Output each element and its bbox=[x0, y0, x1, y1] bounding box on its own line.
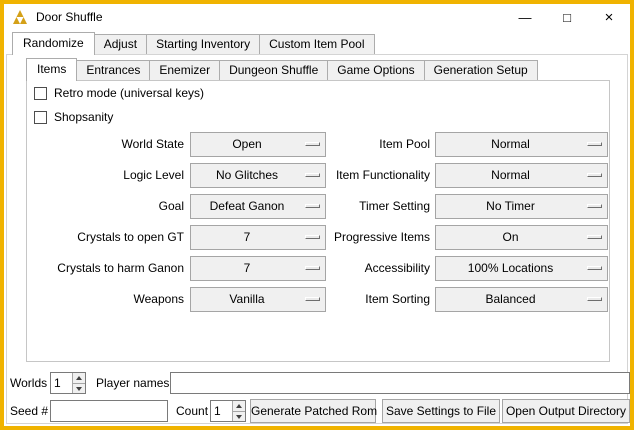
window-title: Door Shuffle bbox=[36, 10, 103, 24]
minimize-button[interactable]: — bbox=[504, 4, 546, 30]
save-settings-button[interactable]: Save Settings to File bbox=[382, 399, 500, 423]
close-button[interactable]: × bbox=[588, 4, 630, 30]
timer-setting-label: Timer Setting bbox=[300, 194, 430, 219]
door-shuffle-window: Door Shuffle — □ × Randomize Adjust Star… bbox=[0, 0, 634, 430]
worlds-spin-up-button[interactable] bbox=[72, 373, 85, 383]
progressive-items-label: Progressive Items bbox=[300, 225, 430, 250]
arrow-down-icon bbox=[76, 387, 82, 391]
tab-adjust[interactable]: Adjust bbox=[94, 34, 147, 54]
worlds-spinbox[interactable] bbox=[50, 372, 86, 394]
dropdown-indicator-icon bbox=[587, 142, 602, 146]
titlebar: Door Shuffle — □ × bbox=[4, 4, 630, 30]
settings-tab-bar: Items Entrances Enemizer Dungeon Shuffle… bbox=[26, 57, 538, 80]
accessibility-label: Accessibility bbox=[300, 256, 430, 281]
item-sorting-value: Balanced bbox=[440, 288, 581, 311]
generate-patched-rom-button[interactable]: Generate Patched Rom bbox=[250, 399, 376, 423]
arrow-down-icon bbox=[236, 415, 242, 419]
crystals-gt-label: Crystals to open GT bbox=[24, 225, 184, 250]
item-pool-label: Item Pool bbox=[300, 132, 430, 157]
dropdown-indicator-icon bbox=[587, 204, 602, 208]
accessibility-dropdown[interactable]: 100% Locations bbox=[435, 256, 608, 281]
maximize-button[interactable]: □ bbox=[546, 4, 588, 30]
world-state-value: Open bbox=[195, 133, 299, 156]
weapons-value: Vanilla bbox=[195, 288, 299, 311]
dropdown-indicator-icon bbox=[587, 297, 602, 301]
timer-setting-value: No Timer bbox=[440, 195, 581, 218]
count-input[interactable] bbox=[211, 401, 232, 421]
arrow-up-icon bbox=[236, 404, 242, 408]
worlds-label: Worlds bbox=[10, 372, 47, 394]
tab-dungeon-shuffle[interactable]: Dungeon Shuffle bbox=[219, 60, 328, 80]
crystals-ganon-value: 7 bbox=[195, 257, 299, 280]
count-spin-up-button[interactable] bbox=[232, 401, 245, 411]
count-spin-down-button[interactable] bbox=[232, 411, 245, 421]
goal-label: Goal bbox=[24, 194, 184, 219]
progressive-items-value: On bbox=[440, 226, 581, 249]
retro-mode-checkbox[interactable] bbox=[34, 87, 47, 100]
minimize-icon: — bbox=[519, 11, 532, 24]
tab-starting-inventory[interactable]: Starting Inventory bbox=[146, 34, 260, 54]
timer-setting-dropdown[interactable]: No Timer bbox=[435, 194, 608, 219]
progressive-items-dropdown[interactable]: On bbox=[435, 225, 608, 250]
open-output-directory-button[interactable]: Open Output Directory bbox=[502, 399, 630, 423]
crystals-gt-value: 7 bbox=[195, 226, 299, 249]
tab-custom-item-pool[interactable]: Custom Item Pool bbox=[259, 34, 374, 54]
dropdown-indicator-icon bbox=[587, 235, 602, 239]
world-state-label: World State bbox=[24, 132, 184, 157]
dropdown-indicator-icon bbox=[587, 266, 602, 270]
logic-level-label: Logic Level bbox=[24, 163, 184, 188]
worlds-spin-buttons bbox=[72, 373, 85, 393]
worlds-input[interactable] bbox=[51, 373, 72, 393]
main-tab-bar: Randomize Adjust Starting Inventory Cust… bbox=[12, 31, 375, 54]
worlds-spin-down-button[interactable] bbox=[72, 383, 85, 393]
player-names-input[interactable] bbox=[170, 372, 630, 394]
weapons-label: Weapons bbox=[24, 287, 184, 312]
item-pool-dropdown[interactable]: Normal bbox=[435, 132, 608, 157]
maximize-icon: □ bbox=[563, 11, 571, 24]
shopsanity-checkbox[interactable] bbox=[34, 111, 47, 124]
tab-entrances[interactable]: Entrances bbox=[76, 60, 150, 80]
item-functionality-dropdown[interactable]: Normal bbox=[435, 163, 608, 188]
logic-level-value: No Glitches bbox=[195, 164, 299, 187]
player-names-label: Player names bbox=[96, 372, 169, 394]
count-spin-buttons bbox=[232, 401, 245, 421]
retro-mode-label: Retro mode (universal keys) bbox=[54, 86, 204, 100]
item-pool-value: Normal bbox=[440, 133, 581, 156]
item-functionality-value: Normal bbox=[440, 164, 581, 187]
shopsanity-label: Shopsanity bbox=[54, 110, 113, 124]
count-label: Count bbox=[176, 400, 208, 422]
items-tab-pane bbox=[26, 80, 610, 362]
accessibility-value: 100% Locations bbox=[440, 257, 581, 280]
tab-generation-setup[interactable]: Generation Setup bbox=[424, 60, 538, 80]
shopsanity-row: Shopsanity bbox=[34, 109, 113, 125]
close-icon: × bbox=[605, 10, 614, 25]
tab-enemizer[interactable]: Enemizer bbox=[149, 60, 220, 80]
tab-game-options[interactable]: Game Options bbox=[327, 60, 424, 80]
item-sorting-label: Item Sorting bbox=[300, 287, 430, 312]
crystals-ganon-label: Crystals to harm Ganon bbox=[24, 256, 184, 281]
dropdown-indicator-icon bbox=[587, 173, 602, 177]
seed-input[interactable] bbox=[50, 400, 168, 422]
app-icon[interactable] bbox=[12, 9, 28, 25]
retro-mode-row: Retro mode (universal keys) bbox=[34, 85, 204, 101]
window-controls: — □ × bbox=[504, 4, 630, 30]
tab-randomize[interactable]: Randomize bbox=[12, 32, 95, 55]
tab-items[interactable]: Items bbox=[26, 58, 77, 81]
item-functionality-label: Item Functionality bbox=[300, 163, 430, 188]
arrow-up-icon bbox=[76, 376, 82, 380]
count-spinbox[interactable] bbox=[210, 400, 246, 422]
item-sorting-dropdown[interactable]: Balanced bbox=[435, 287, 608, 312]
seed-label: Seed # bbox=[10, 400, 48, 422]
goal-value: Defeat Ganon bbox=[195, 195, 299, 218]
